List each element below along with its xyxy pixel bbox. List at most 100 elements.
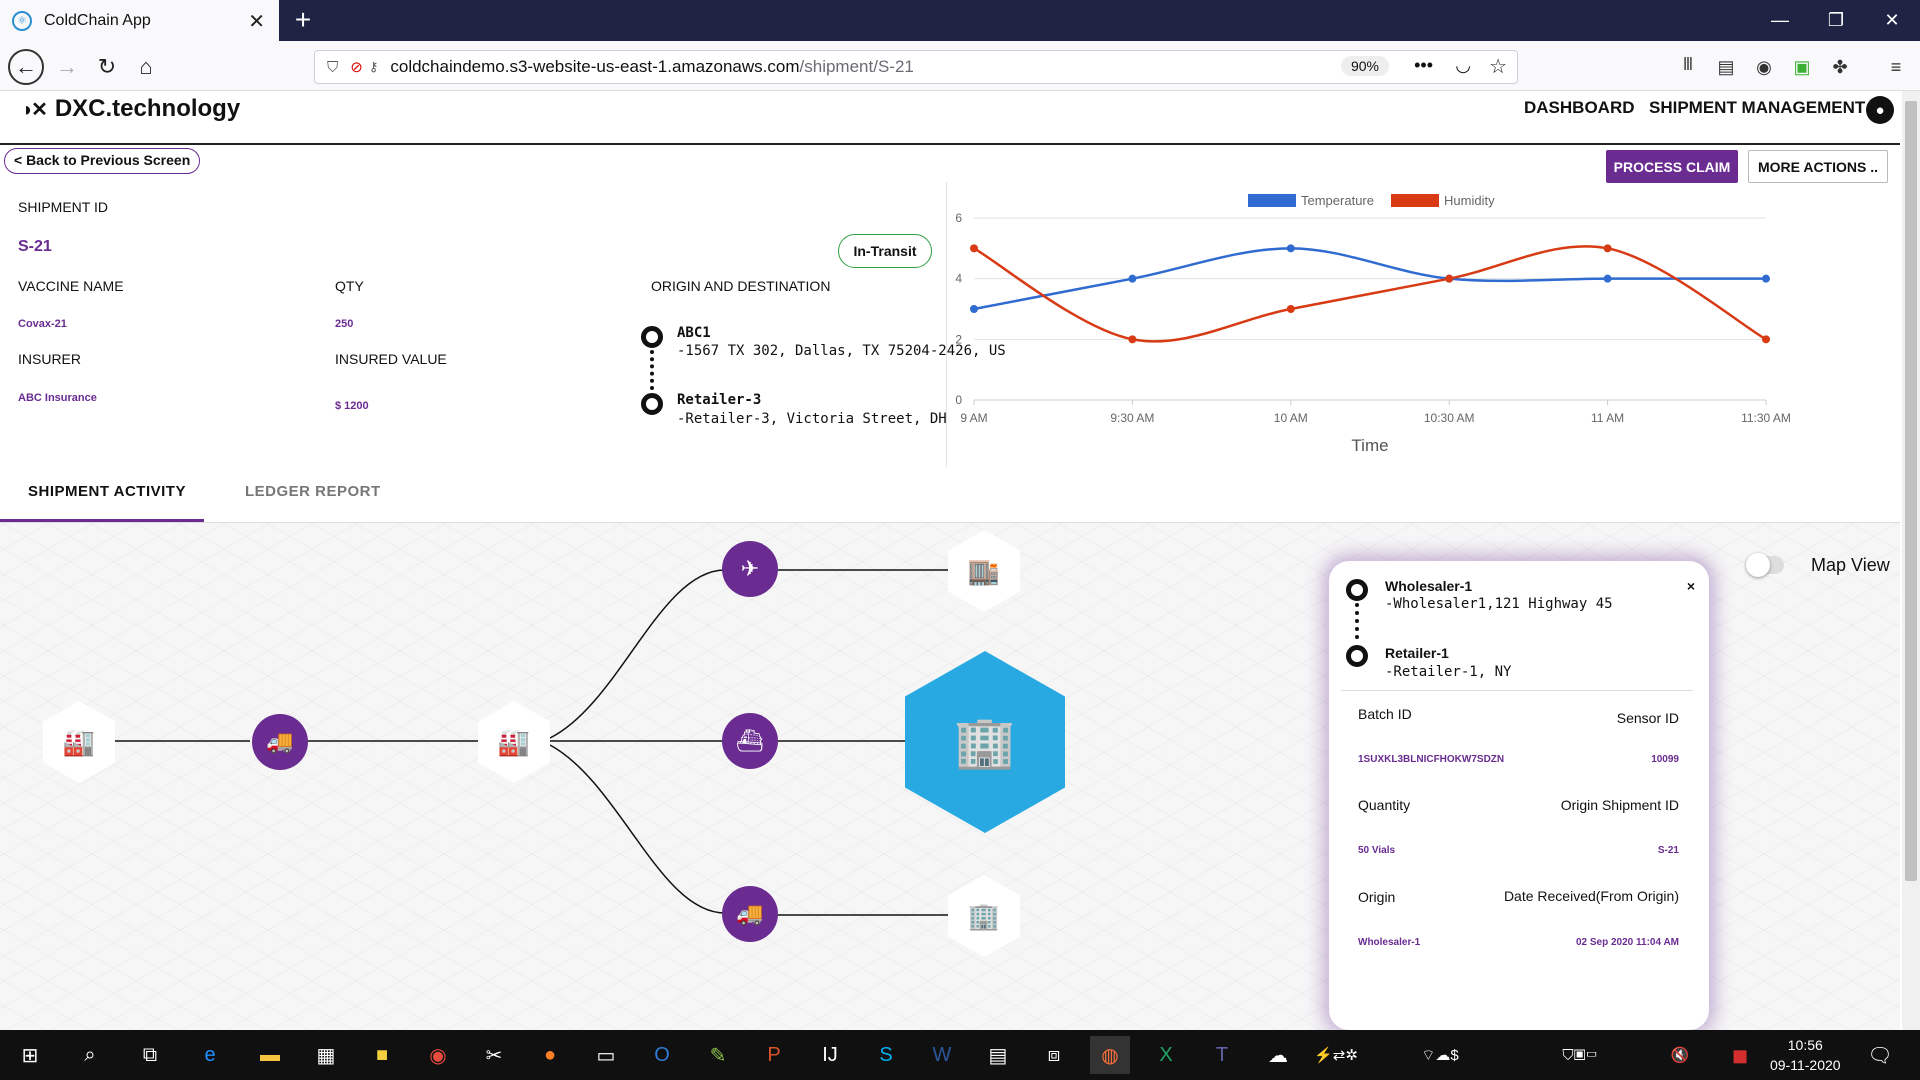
header-divider [0,143,1900,145]
page-scrollbar[interactable] [1902,91,1920,1030]
library-icon[interactable]: 𝍫 [1672,50,1704,84]
browser-tab[interactable]: ⚛ ColdChain App ✕ [0,0,279,41]
cloud-app-icon[interactable]: ☁ [1258,1036,1298,1074]
insured-value-label: INSURED VALUE [335,351,447,367]
process-claim-button[interactable]: PROCESS CLAIM [1606,150,1738,183]
y-tick-label: 2 [955,332,962,346]
close-window-icon[interactable]: ✕ [1864,0,1920,41]
vaccine-value: Covax-21 [18,318,67,330]
intellij-icon[interactable]: IJ [810,1036,850,1074]
insurer-label: INSURER [18,351,82,367]
reload-icon[interactable]: ↻ [90,50,124,84]
y-tick-label: 6 [955,211,962,225]
start-icon[interactable]: ⊞ [10,1036,50,1074]
back-button[interactable]: < Back to Previous Screen [4,148,201,174]
close-tab-icon[interactable]: ✕ [248,9,265,34]
forward-arrow-icon[interactable]: → [50,50,84,84]
volume-icon[interactable]: 🔇 [1660,1036,1700,1074]
legend-swatch [1248,194,1296,207]
scrollbar-thumb[interactable] [1905,101,1917,881]
x-tick-label: 9:30 AM [1110,411,1154,425]
minimize-icon[interactable]: — [1752,0,1808,41]
insurer-value: ABC Insurance [18,392,97,404]
snipping-icon[interactable]: ✂ [474,1036,514,1074]
route-dots [650,350,654,390]
teams-icon[interactable]: T [1202,1036,1242,1074]
network-app-icon[interactable]: ⧈ [1034,1036,1074,1074]
back-arrow-icon[interactable]: ← [8,49,44,85]
panel-divider [946,182,947,467]
new-tab-button[interactable]: + [288,4,318,36]
task-view-icon[interactable]: ⧉ [130,1036,170,1074]
postman-icon[interactable]: ● [530,1036,570,1074]
date-received-label: Date Received(From Origin) [1503,888,1679,904]
chrome-icon[interactable]: ◉ [418,1036,458,1074]
airplane-icon[interactable]: ✈ [722,541,778,597]
paint-icon[interactable]: ✎ [698,1036,738,1074]
tab-shipment-activity[interactable]: SHIPMENT ACTIVITY [28,483,186,500]
clock-time: 10:56 [1787,1037,1823,1053]
edge-icon[interactable]: e [190,1036,230,1074]
store-app-icon[interactable]: ▦ [306,1036,346,1074]
outlook-icon[interactable]: O [642,1036,682,1074]
security-tray-icon[interactable]: ◼ [1720,1036,1760,1074]
home-icon[interactable]: ⌂ [129,50,163,84]
batch-id-value: 1SUXKL3BLNICFHOKW7SDZN [1358,754,1505,765]
nav-dashboard[interactable]: DASHBOARD [1524,98,1635,118]
nav-shipment-management[interactable]: SHIPMENT MANAGEMENT [1649,98,1865,118]
pocket-icon[interactable]: ◡ [1455,55,1471,76]
bookmark-star-icon[interactable]: ☆ [1489,54,1507,79]
brand-name: DXC.technology [54,95,241,122]
user-avatar-icon[interactable]: ● [1866,96,1894,124]
vaccine-label: VACCINE NAME [18,278,124,294]
x-axis-title: Time [1351,436,1388,455]
word-icon[interactable]: W [922,1036,962,1074]
file-explorer-icon[interactable]: ▬ [250,1036,290,1074]
notifications-icon[interactable]: 🗨 [1860,1036,1900,1074]
batch-id-label: Batch ID [1358,706,1412,722]
more-actions-button[interactable]: MORE ACTIONS .. [1748,150,1888,183]
menu-icon[interactable]: ≡ [1880,50,1912,84]
calculator-icon[interactable]: ▤ [978,1036,1018,1074]
terminal-icon[interactable]: ▭ [586,1036,626,1074]
data-point [1762,274,1770,283]
extension-icon[interactable]: ▣ [1786,50,1818,84]
search-icon[interactable]: ⌕ [70,1036,110,1074]
data-point [1445,274,1454,283]
sensor-line-chart: 0 2 4 6 9 AM 9:30 AM 10 AM 10:30 AM 11 AM 11:30 A… [955,193,1791,455]
more-icon[interactable]: ••• [1414,55,1433,76]
tab-title: ColdChain App [44,11,151,29]
card-from-address: -Wholesaler1,121 Highway 45 [1385,596,1613,612]
tray-system-icons[interactable]: ⛉▣▭ [1560,1036,1600,1074]
zoom-level[interactable]: 90% [1340,56,1389,76]
card-from-pin-icon [1346,579,1368,601]
quantity-label: Quantity [1358,797,1411,813]
taskbar-clock[interactable]: 10:56 09-11-2020 [1770,1035,1841,1075]
firefox-icon[interactable]: ◍ [1090,1036,1130,1074]
delivery-truck-icon[interactable]: 🚚 [722,886,778,942]
sidebar-icon[interactable]: ▤ [1710,50,1742,84]
shipment-id-label: SHIPMENT ID [18,199,108,215]
map-view-toggle[interactable] [1746,553,1784,577]
tray-icons[interactable]: ⚡⇄✲ [1314,1036,1358,1074]
skype-icon[interactable]: S [866,1036,906,1074]
card-from-name: Wholesaler-1 [1385,578,1473,594]
powerpoint-icon[interactable]: P [754,1036,794,1074]
origin-shipment-value: S-21 [1657,845,1679,856]
sticky-notes-icon[interactable]: ■ [362,1036,402,1074]
extensions-icon[interactable]: ✤ [1824,50,1856,84]
data-point [1286,305,1295,313]
truck-icon[interactable]: 🚚 [252,714,308,770]
data-point [1128,274,1137,283]
destination-pin-icon [641,393,663,415]
close-card-icon[interactable]: × [1687,578,1695,594]
brand-logo[interactable]: ◗✕ DXC.technology [22,95,240,123]
tray-network-icons[interactable]: ⌔☁$ [1420,1036,1460,1074]
x-tick-label: 10 AM [1274,411,1308,425]
account-icon[interactable]: ◉ [1748,50,1780,84]
tab-ledger-report[interactable]: LEDGER REPORT [245,483,381,500]
maximize-icon[interactable]: ❐ [1808,0,1864,41]
ship-icon[interactable]: ⛴ [722,713,778,769]
url-bar[interactable]: ⛉ ⊘ ⚷ coldchaindemo.s3-website-us-east-1… [314,50,1518,84]
excel-icon[interactable]: X [1146,1036,1186,1074]
